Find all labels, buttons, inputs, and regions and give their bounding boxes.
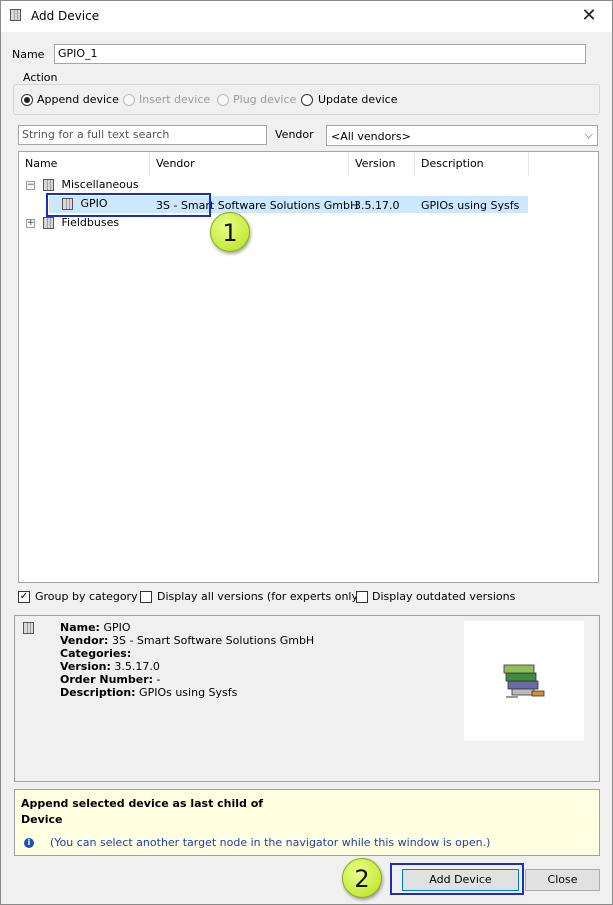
name-input[interactable]: GPIO_1: [54, 44, 586, 64]
detail-vendor: Vendor: 3S - Smart Software Solutions Gm…: [60, 634, 315, 647]
device-image-icon: [503, 664, 545, 698]
device-icon: [23, 622, 34, 634]
full-text-search-input[interactable]: String for a full text search: [18, 125, 267, 145]
update-device-radio[interactable]: [301, 94, 313, 106]
insert-device-radio[interactable]: [123, 94, 135, 106]
tree-node-fieldbuses[interactable]: Fieldbuses: [43, 216, 119, 229]
vendor-select-value: <All vendors>: [331, 130, 411, 143]
device-image: [464, 621, 584, 741]
column-header-version[interactable]: Version: [349, 152, 415, 176]
group-by-category-label[interactable]: Group by category: [35, 590, 138, 603]
add-device-dialog: Add Device ✕ Name GPIO_1 Action Append d…: [0, 0, 613, 905]
annotation-highlight-2: [390, 863, 524, 895]
annotation-marker-1: 1: [210, 212, 250, 252]
device-info-panel: Name: GPIO Vendor: 3S - Smart Software S…: [14, 615, 600, 782]
expand-fieldbuses-toggle[interactable]: +: [26, 219, 35, 228]
annotation-highlight-1: [46, 193, 211, 217]
insert-device-label[interactable]: Insert device: [139, 93, 210, 106]
close-button[interactable]: Close: [525, 869, 600, 891]
column-header-name[interactable]: Name: [19, 152, 150, 176]
hint-info-text: (You can select another target node in t…: [50, 836, 491, 849]
annotation-marker-2: 2: [342, 858, 382, 898]
name-label: Name: [12, 48, 45, 61]
device-icon: [10, 9, 21, 21]
plug-device-label[interactable]: Plug device: [233, 93, 296, 106]
info-icon: i: [24, 838, 34, 848]
detail-description: Description: GPIOs using Sysfs: [60, 686, 238, 699]
collapse-miscellaneous-toggle[interactable]: −: [26, 181, 35, 190]
hint-line-1: Append selected device as last child of: [21, 797, 264, 810]
chevron-down-icon: ⌵: [584, 128, 593, 141]
append-device-radio[interactable]: [21, 94, 33, 106]
plug-device-radio[interactable]: [217, 94, 229, 106]
column-header-description[interactable]: Description: [415, 152, 529, 176]
detail-version: Version: 3.5.17.0: [60, 660, 160, 673]
append-device-label[interactable]: Append device: [37, 93, 119, 106]
window-title: Add Device: [31, 9, 100, 23]
fieldbuses-label: Fieldbuses: [61, 216, 120, 229]
display-outdated-versions-label[interactable]: Display outdated versions: [372, 590, 515, 603]
group-by-category-checkbox[interactable]: ✓: [18, 591, 30, 603]
hint-line-2: Device: [21, 813, 63, 826]
hint-panel: Append selected device as last child of …: [14, 789, 600, 856]
display-all-versions-checkbox[interactable]: [140, 591, 152, 603]
column-header-vendor[interactable]: Vendor: [150, 152, 349, 176]
display-all-versions-label[interactable]: Display all versions (for experts only): [157, 590, 362, 603]
detail-name: Name: GPIO: [60, 621, 131, 634]
gpio-version: 3.5.17.0: [354, 199, 400, 212]
close-window-button[interactable]: ✕: [574, 3, 604, 29]
gpio-description: GPIOs using Sysfs: [421, 199, 520, 212]
vendor-select[interactable]: <All vendors> ⌵: [326, 125, 598, 146]
detail-order-number: Order Number: -: [60, 673, 161, 686]
tree-node-miscellaneous[interactable]: Miscellaneous: [43, 178, 139, 191]
title-bar: Add Device ✕: [1, 1, 612, 32]
action-group-title: Action: [20, 71, 61, 84]
device-details: Name: GPIO Vendor: 3S - Smart Software S…: [60, 621, 314, 699]
update-device-label[interactable]: Update device: [318, 93, 397, 106]
detail-categories: Categories:: [60, 647, 132, 660]
vendor-label: Vendor: [275, 128, 314, 141]
device-category-icon: [43, 179, 54, 191]
device-category-icon: [43, 217, 54, 229]
miscellaneous-label: Miscellaneous: [61, 178, 139, 191]
display-outdated-versions-checkbox[interactable]: [356, 591, 368, 603]
